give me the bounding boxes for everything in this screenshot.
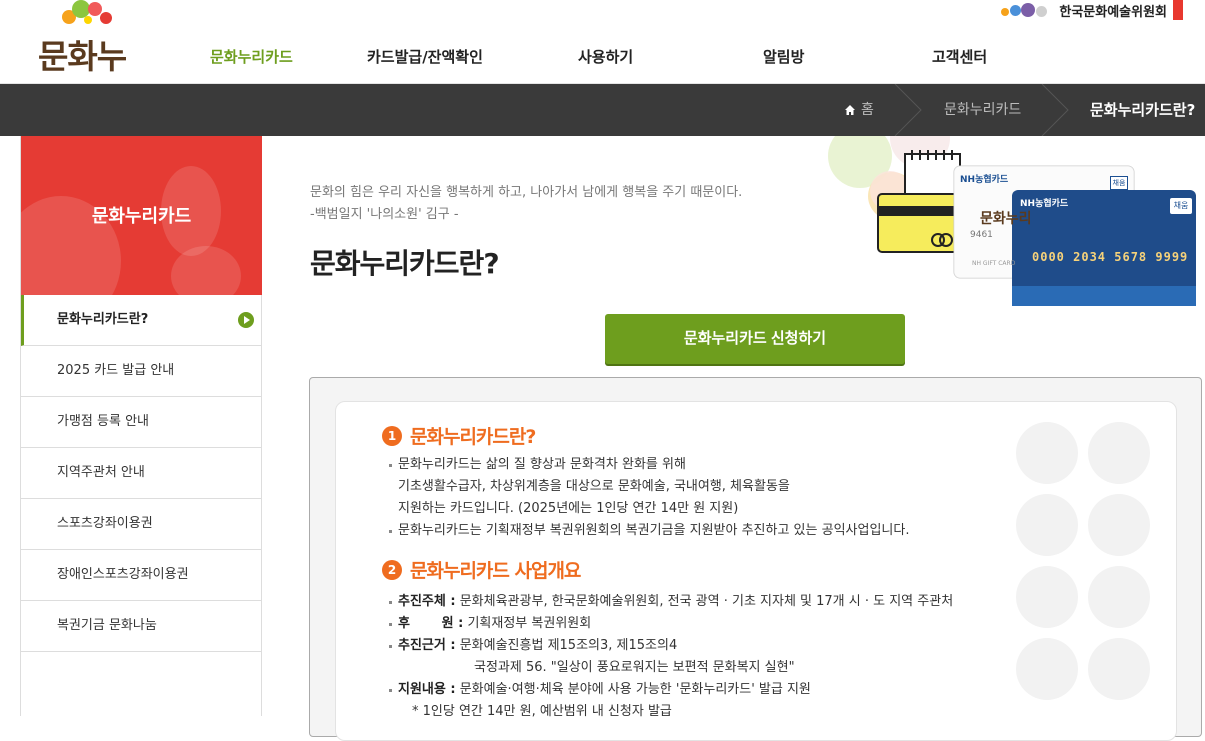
logo-dots-icon (58, 0, 128, 32)
overview-row: 국정과제 56. "일상이 풍요로워지는 보편적 문화복지 실현" (474, 657, 795, 679)
bg-deco-icon (1088, 422, 1150, 484)
nav-card-issue[interactable]: 카드발급/잔액확인 (367, 46, 483, 67)
small-card-badge: 채움 (1110, 176, 1128, 190)
sidebar-menu: 문화누리카드란? 2025 카드 발급 안내 가맹점 등록 안내 지역주관처 안… (21, 295, 262, 652)
section-number-1: 1 (382, 425, 402, 446)
gift-card-label: NH GIFT CARD (972, 260, 1016, 267)
org-mark-icon (1173, 0, 1183, 20)
nav-customer-center[interactable]: 고객센터 (932, 46, 987, 67)
overview-text: 기획재정부 복권위원회 (467, 616, 592, 631)
apply-card-button[interactable]: 문화누리카드 신청하기 (605, 314, 905, 364)
section-title-1-text: 문화누리카드란? (410, 426, 536, 448)
overview-text: 문화예술·여행·체육 분야에 사용 가능한 '문화누리카드' 발급 지원 (459, 682, 811, 697)
section1-line: 문화누리카드는 삶의 질 향상과 문화격차 완화를 위해 (389, 454, 686, 476)
small-card-logo: 문화누리 (980, 211, 1032, 227)
overview-row: 지원내용 : 문화예술·여행·체육 분야에 사용 가능한 '문화누리카드' 발급… (389, 679, 811, 701)
sidebar-item-sports[interactable]: 스포츠강좌이용권 (21, 499, 262, 550)
section1-line: 지원하는 카드입니다. (2025년에는 1인당 연간 14만 원 지원) (398, 501, 739, 516)
nav-notice[interactable]: 알림방 (763, 46, 804, 67)
sidebar-title: 문화누리카드 (91, 206, 192, 227)
quote-line: 문화의 힘은 우리 자신을 행복하게 하고, 나아가서 남에게 행복을 주기 때… (310, 185, 743, 200)
overview-text: 국정과제 56. "일상이 풍요로워지는 보편적 문화복지 실현" (474, 660, 795, 675)
breadcrumb-current: 문화누리카드란? (1090, 101, 1196, 119)
breadcrumb-separator-icon (894, 84, 922, 136)
small-card-brand: NH농협카드 (960, 175, 1009, 185)
overview-row: 추진근거 : 문화예술진흥법 제15조의3, 제15조의4 (388, 635, 678, 657)
breadcrumb-home[interactable]: 홈 (845, 84, 874, 136)
sidebar-item-lottery-culture[interactable]: 복권기금 문화나눔 (21, 601, 262, 652)
section1-line: 기초생활수급자, 차상위계층을 대상으로 문화예술, 국내여행, 체육활동을 (398, 479, 790, 494)
home-icon (845, 105, 855, 115)
section-title-2-text: 문화누리카드 사업개요 (410, 560, 581, 582)
nav-munhwa-card[interactable]: 문화누리카드 (210, 46, 293, 67)
arrow-right-icon (238, 312, 254, 328)
sidebar-item-label: 문화누리카드란? (57, 312, 149, 327)
sidebar-item-issue-guide[interactable]: 2025 카드 발급 안내 (21, 346, 262, 397)
overview-row: * 1인당 연간 14만 원, 예산범위 내 신청자 발급 (412, 701, 672, 723)
overview-row: 후 원 : 기획재정부 복권위원회 (388, 613, 592, 635)
org-logo-icon (1001, 2, 1053, 18)
card-illustration: NH농협카드 채움 문화누리 9461 NH GIFT CARD NH농협카드 … (820, 108, 1205, 316)
overview-text: * 1인당 연간 14만 원, 예산범위 내 신청자 발급 (412, 704, 672, 719)
section-number-2: 2 (382, 559, 402, 580)
sidebar-header: 문화누리카드 (21, 136, 262, 295)
bg-deco-icon (1016, 494, 1078, 556)
sidebar-item-disabled-sports[interactable]: 장애인스포츠강좌이용권 (21, 550, 262, 601)
breadcrumb-home-label: 홈 (861, 102, 874, 118)
page-title: 문화누리카드란? (310, 247, 500, 280)
sidebar-item-merchant[interactable]: 가맹점 등록 안내 (21, 397, 262, 448)
overview-row: 추진주체 : 문화체육관광부, 한국문화예술위원회, 전국 광역 · 기초 지자… (388, 591, 954, 613)
org-link[interactable]: 한국문화예술위원회 (1001, 0, 1183, 20)
breadcrumb: 홈 문화누리카드 문화누리카드란? (0, 84, 1205, 136)
nav-usage[interactable]: 사용하기 (578, 46, 633, 67)
overview-label: 후 원 : (398, 616, 464, 631)
section1-line: 문화누리카드는 기획재정부 복권위원회의 복권기금을 지원받아 추진하고 있는 … (388, 520, 909, 542)
quote-author: -백범일지 '나의소원' 김구 - (310, 207, 459, 222)
section-title-1: 1 문화누리카드란? (382, 422, 536, 449)
breadcrumb-section[interactable]: 문화누리카드 (944, 84, 1021, 136)
card-badge: 채움 (1170, 198, 1192, 214)
quote: 문화의 힘은 우리 자신을 행복하게 하고, 나아가서 남에게 행복을 주기 때… (310, 182, 742, 226)
overview-text: 문화예술진흥법 제15조의3, 제15조의4 (459, 638, 678, 653)
bg-deco-icon (1016, 566, 1078, 628)
sidebar-item-what-is[interactable]: 문화누리카드란? (21, 295, 262, 346)
card-number: 0000 2034 5678 9999 (1032, 250, 1189, 264)
overview-label: 추진근거 : (398, 638, 456, 653)
bg-deco-icon (1088, 566, 1150, 628)
bg-deco-icon (1088, 638, 1150, 700)
overview-label: 지원내용 : (398, 682, 456, 697)
card-brand: NH농협카드 (1020, 199, 1069, 209)
bg-deco-icon (1088, 494, 1150, 556)
content-box: 1 문화누리카드란? 문화누리카드는 삶의 질 향상과 문화격차 완화를 위해 … (309, 377, 1202, 741)
bg-deco-icon (1016, 422, 1078, 484)
section-title-2: 2 문화누리카드 사업개요 (382, 556, 581, 583)
header: 문화누리 한국문화예술위원회 문화누리카드 카드발급/잔액확인 사용하기 알림방… (0, 0, 1205, 124)
sidebar-item-regional[interactable]: 지역주관처 안내 (21, 448, 262, 499)
content-inner: 1 문화누리카드란? 문화누리카드는 삶의 질 향상과 문화격차 완화를 위해 … (335, 401, 1177, 741)
main-navigation: 문화누리카드 카드발급/잔액확인 사용하기 알림방 고객센터 (0, 46, 1205, 68)
org-name: 한국문화예술위원회 (1059, 4, 1167, 20)
overview-label: 추진주체 : (398, 594, 456, 609)
sidebar-deco-shape (171, 246, 241, 295)
breadcrumb-separator-icon (1041, 84, 1069, 136)
small-card-number: 9461 (970, 230, 993, 240)
sidebar: 문화누리카드 문화누리카드란? 2025 카드 발급 안내 가맹점 등록 안내 … (20, 136, 262, 716)
overview-text: 문화체육관광부, 한국문화예술위원회, 전국 광역 · 기초 지자체 및 17개… (459, 594, 954, 609)
bg-deco-icon (1016, 638, 1078, 700)
